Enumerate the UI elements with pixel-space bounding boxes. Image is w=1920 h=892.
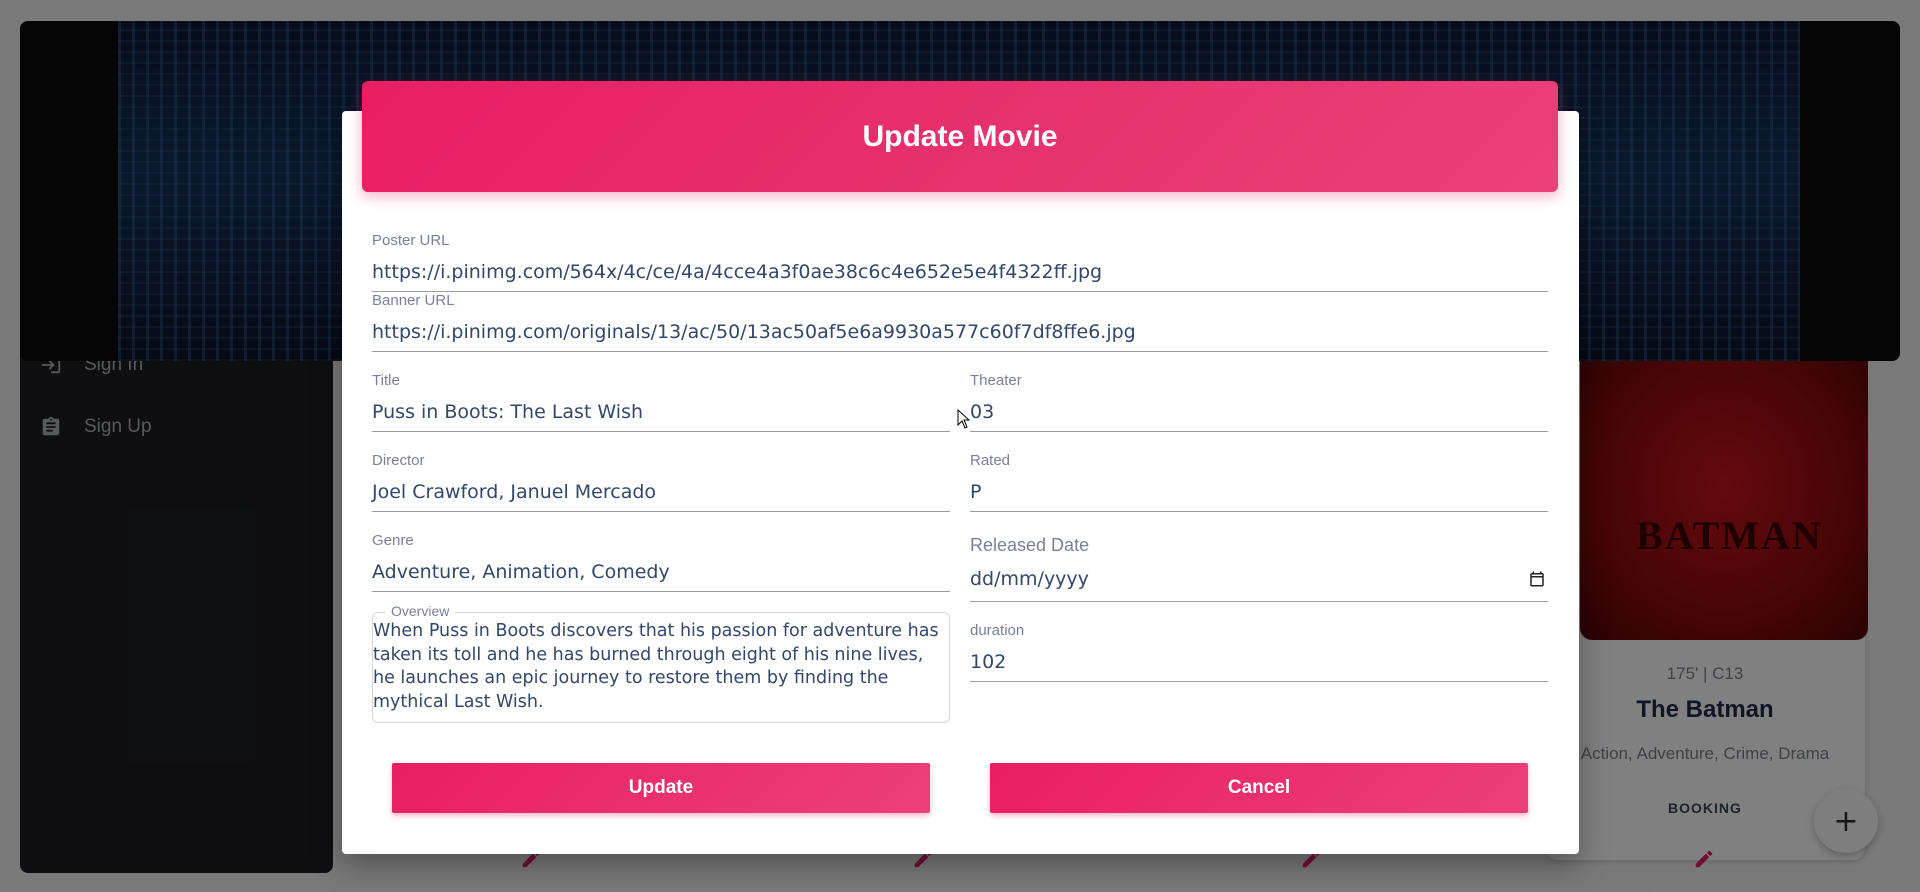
director-input[interactable]: Joel Crawford, Januel Mercado bbox=[372, 481, 656, 503]
update-button[interactable]: Update bbox=[392, 763, 930, 813]
duration-input[interactable]: 102 bbox=[970, 651, 1006, 673]
field-label: duration bbox=[970, 622, 1025, 639]
genre-input[interactable]: Adventure, Animation, Comedy bbox=[372, 561, 670, 583]
field-label: Poster URL bbox=[372, 232, 450, 249]
field-label: Title bbox=[372, 372, 400, 389]
genre-field[interactable]: Genre Adventure, Animation, Comedy bbox=[372, 532, 950, 592]
cancel-button[interactable]: Cancel bbox=[990, 763, 1528, 813]
field-label: Released Date bbox=[970, 535, 1090, 555]
released-date-input[interactable]: dd/mm/yyyy bbox=[970, 568, 1089, 590]
theater-input[interactable]: 03 bbox=[970, 401, 994, 423]
title-field[interactable]: Title Puss in Boots: The Last Wish bbox=[372, 372, 950, 432]
field-label: Theater bbox=[970, 372, 1022, 389]
field-label: Banner URL bbox=[372, 292, 455, 309]
dialog-title: Update Movie bbox=[862, 119, 1058, 153]
released-date-field[interactable]: Released Date dd/mm/yyyy bbox=[970, 532, 1548, 602]
poster-url-field[interactable]: Poster URL https://i.pinimg.com/564x/4c/… bbox=[372, 232, 1548, 292]
mouse-cursor-icon bbox=[957, 409, 971, 429]
dialog-header: Update Movie bbox=[362, 81, 1558, 192]
rated-field[interactable]: Rated P bbox=[970, 452, 1548, 512]
duration-field[interactable]: duration 102 bbox=[970, 622, 1548, 682]
field-label: Rated bbox=[970, 452, 1011, 469]
overview-textarea[interactable]: When Puss in Boots discovers that his pa… bbox=[373, 620, 949, 714]
title-input[interactable]: Puss in Boots: The Last Wish bbox=[372, 401, 643, 423]
poster-url-input[interactable]: https://i.pinimg.com/564x/4c/ce/4a/4cce4… bbox=[372, 261, 1102, 283]
director-field[interactable]: Director Joel Crawford, Januel Mercado bbox=[372, 452, 950, 512]
rated-input[interactable]: P bbox=[970, 481, 981, 503]
theater-field[interactable]: Theater 03 bbox=[970, 372, 1548, 432]
banner-url-field[interactable]: Banner URL https://i.pinimg.com/original… bbox=[372, 292, 1548, 352]
banner-url-input[interactable]: https://i.pinimg.com/originals/13/ac/50/… bbox=[372, 321, 1136, 343]
field-label: Overview bbox=[385, 603, 456, 619]
calendar-icon[interactable] bbox=[1528, 570, 1546, 588]
field-label: Director bbox=[372, 452, 425, 469]
overview-field[interactable]: Overview When Puss in Boots discovers th… bbox=[372, 603, 950, 723]
field-label: Genre bbox=[372, 532, 414, 549]
